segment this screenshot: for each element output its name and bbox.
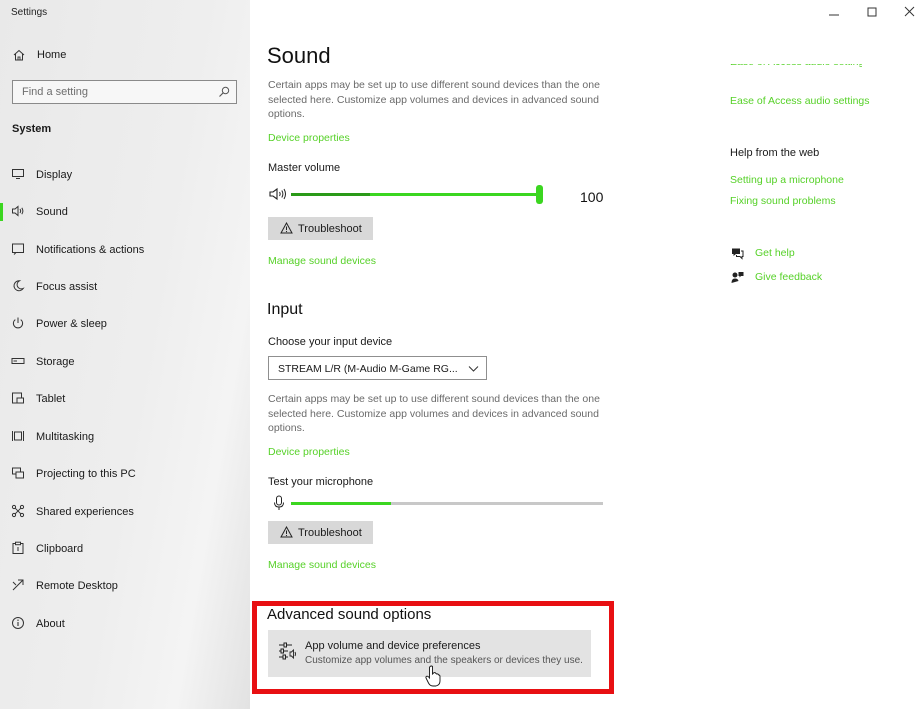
sidebar-item-label: Multitasking: [36, 431, 95, 443]
output-device-properties-link[interactable]: Device properties: [268, 132, 350, 144]
master-volume-thumb[interactable]: [536, 185, 543, 204]
input-device-properties-link[interactable]: Device properties: [268, 446, 350, 458]
search-icon[interactable]: [218, 86, 230, 98]
maximize-icon[interactable]: [863, 4, 881, 20]
troubleshoot-label: Troubleshoot: [298, 223, 362, 235]
app-title: Settings: [11, 7, 48, 18]
clipboard-icon: [12, 541, 24, 554]
sidebar-item-multitasking[interactable]: Multitasking: [0, 423, 250, 451]
mic-level-fill: [291, 502, 391, 505]
sidebar-section-label: System: [12, 123, 52, 135]
test-mic-label: Test your microphone: [268, 476, 374, 488]
related-settings-partial-text: Ease of Access audio settings: [730, 64, 862, 68]
help-link-microphone[interactable]: Setting up a microphone: [730, 174, 844, 186]
sidebar-item-label: Storage: [36, 356, 75, 368]
get-help-icon: [732, 248, 744, 260]
sidebar-item-storage[interactable]: Storage: [0, 348, 250, 376]
help-heading: Help from the web: [730, 147, 820, 159]
sidebar-item-label: Projecting to this PC: [36, 468, 136, 480]
microphone-icon: [274, 495, 284, 510]
output-manage-devices-link[interactable]: Manage sound devices: [268, 255, 376, 267]
get-help-link[interactable]: Get help: [755, 247, 795, 259]
page-title: Sound: [267, 43, 331, 68]
sidebar-item-label: Focus assist: [36, 281, 98, 293]
sidebar-item-label: Home: [37, 49, 67, 61]
sidebar: Settings Home System Display Sound: [0, 0, 250, 709]
output-description: Certain apps may be set up to use differ…: [268, 79, 600, 120]
sidebar-item-projecting[interactable]: Projecting to this PC: [0, 460, 250, 488]
close-icon[interactable]: [901, 4, 919, 20]
input-manage-devices-link[interactable]: Manage sound devices: [268, 559, 376, 571]
info-icon: [12, 617, 24, 629]
active-indicator: [0, 203, 3, 221]
related-settings-partial: Ease of Access audio settings: [730, 64, 862, 74]
feedback-icon: [731, 272, 744, 283]
sidebar-item-about[interactable]: About: [0, 610, 250, 638]
warning-icon: [280, 222, 293, 234]
ease-of-access-audio-link[interactable]: Ease of Access audio settings: [730, 95, 870, 107]
master-volume-value: 100: [580, 189, 604, 205]
dropdown-selected-value: STREAM L/R (M-Audio M-Game RG...: [278, 363, 458, 375]
speaker-icon: [12, 205, 24, 217]
window-controls: [823, 0, 923, 26]
shared-experiences-icon: [11, 504, 25, 518]
sidebar-item-display[interactable]: Display: [0, 161, 250, 189]
power-icon: [12, 317, 24, 329]
input-heading: Input: [267, 301, 303, 318]
sidebar-item-tablet[interactable]: Tablet: [0, 385, 250, 413]
search-input[interactable]: [13, 81, 213, 103]
input-device-dropdown[interactable]: STREAM L/R (M-Audio M-Game RG...: [268, 356, 487, 380]
sidebar-item-label: Shared experiences: [36, 506, 134, 518]
display-icon: [12, 169, 24, 179]
sidebar-item-remote-desktop[interactable]: Remote Desktop: [0, 572, 250, 600]
input-troubleshoot-button[interactable]: Troubleshoot: [268, 521, 373, 544]
sidebar-item-label: Remote Desktop: [36, 580, 118, 592]
multitasking-icon: [12, 431, 24, 441]
sidebar-item-shared-experiences[interactable]: Shared experiences: [0, 498, 250, 526]
give-feedback-link[interactable]: Give feedback: [755, 271, 822, 283]
app-volume-mixer-icon: [279, 642, 296, 660]
sidebar-item-label: Tablet: [36, 393, 66, 405]
moon-icon: [13, 280, 25, 292]
master-volume-label: Master volume: [268, 162, 341, 174]
troubleshoot-label: Troubleshoot: [298, 527, 362, 539]
sidebar-item-label: Sound: [36, 206, 68, 218]
minimize-icon[interactable]: [825, 4, 843, 20]
sidebar-item-label: Power & sleep: [36, 318, 107, 330]
hand-cursor-icon: [425, 665, 441, 687]
input-description: Certain apps may be set up to use differ…: [268, 393, 600, 434]
sidebar-item-sound[interactable]: Sound: [0, 198, 250, 226]
card-title: App volume and device preferences: [305, 640, 481, 652]
warning-icon: [280, 526, 293, 538]
sidebar-item-clipboard[interactable]: Clipboard: [0, 535, 250, 563]
search-box[interactable]: [12, 80, 237, 104]
sidebar-item-label: Notifications & actions: [36, 244, 145, 256]
projecting-icon: [12, 467, 24, 479]
mic-level-meter: [291, 502, 603, 505]
sidebar-item-label: Clipboard: [36, 543, 84, 555]
sidebar-item-home[interactable]: Home: [0, 44, 250, 68]
advanced-heading: Advanced sound options: [267, 606, 432, 623]
volume-level-meter: [291, 193, 371, 196]
sidebar-item-label: Display: [36, 169, 73, 181]
chevron-down-icon: [468, 366, 479, 372]
sidebar-item-label: About: [36, 618, 65, 630]
card-subtitle: Customize app volumes and the speakers o…: [305, 655, 583, 666]
notifications-icon: [12, 243, 24, 255]
output-troubleshoot-button[interactable]: Troubleshoot: [268, 217, 373, 240]
master-volume-slider[interactable]: [291, 193, 539, 196]
help-link-sound-problems[interactable]: Fixing sound problems: [730, 195, 836, 207]
sidebar-item-power-sleep[interactable]: Power & sleep: [0, 310, 250, 338]
storage-icon: [11, 358, 25, 364]
home-icon: [13, 49, 25, 61]
choose-input-label: Choose your input device: [268, 336, 393, 348]
speaker-icon[interactable]: [269, 187, 287, 201]
sidebar-item-focus-assist[interactable]: Focus assist: [0, 273, 250, 301]
remote-desktop-icon: [12, 579, 24, 591]
tablet-icon: [12, 392, 24, 404]
sidebar-item-notifications[interactable]: Notifications & actions: [0, 236, 250, 264]
